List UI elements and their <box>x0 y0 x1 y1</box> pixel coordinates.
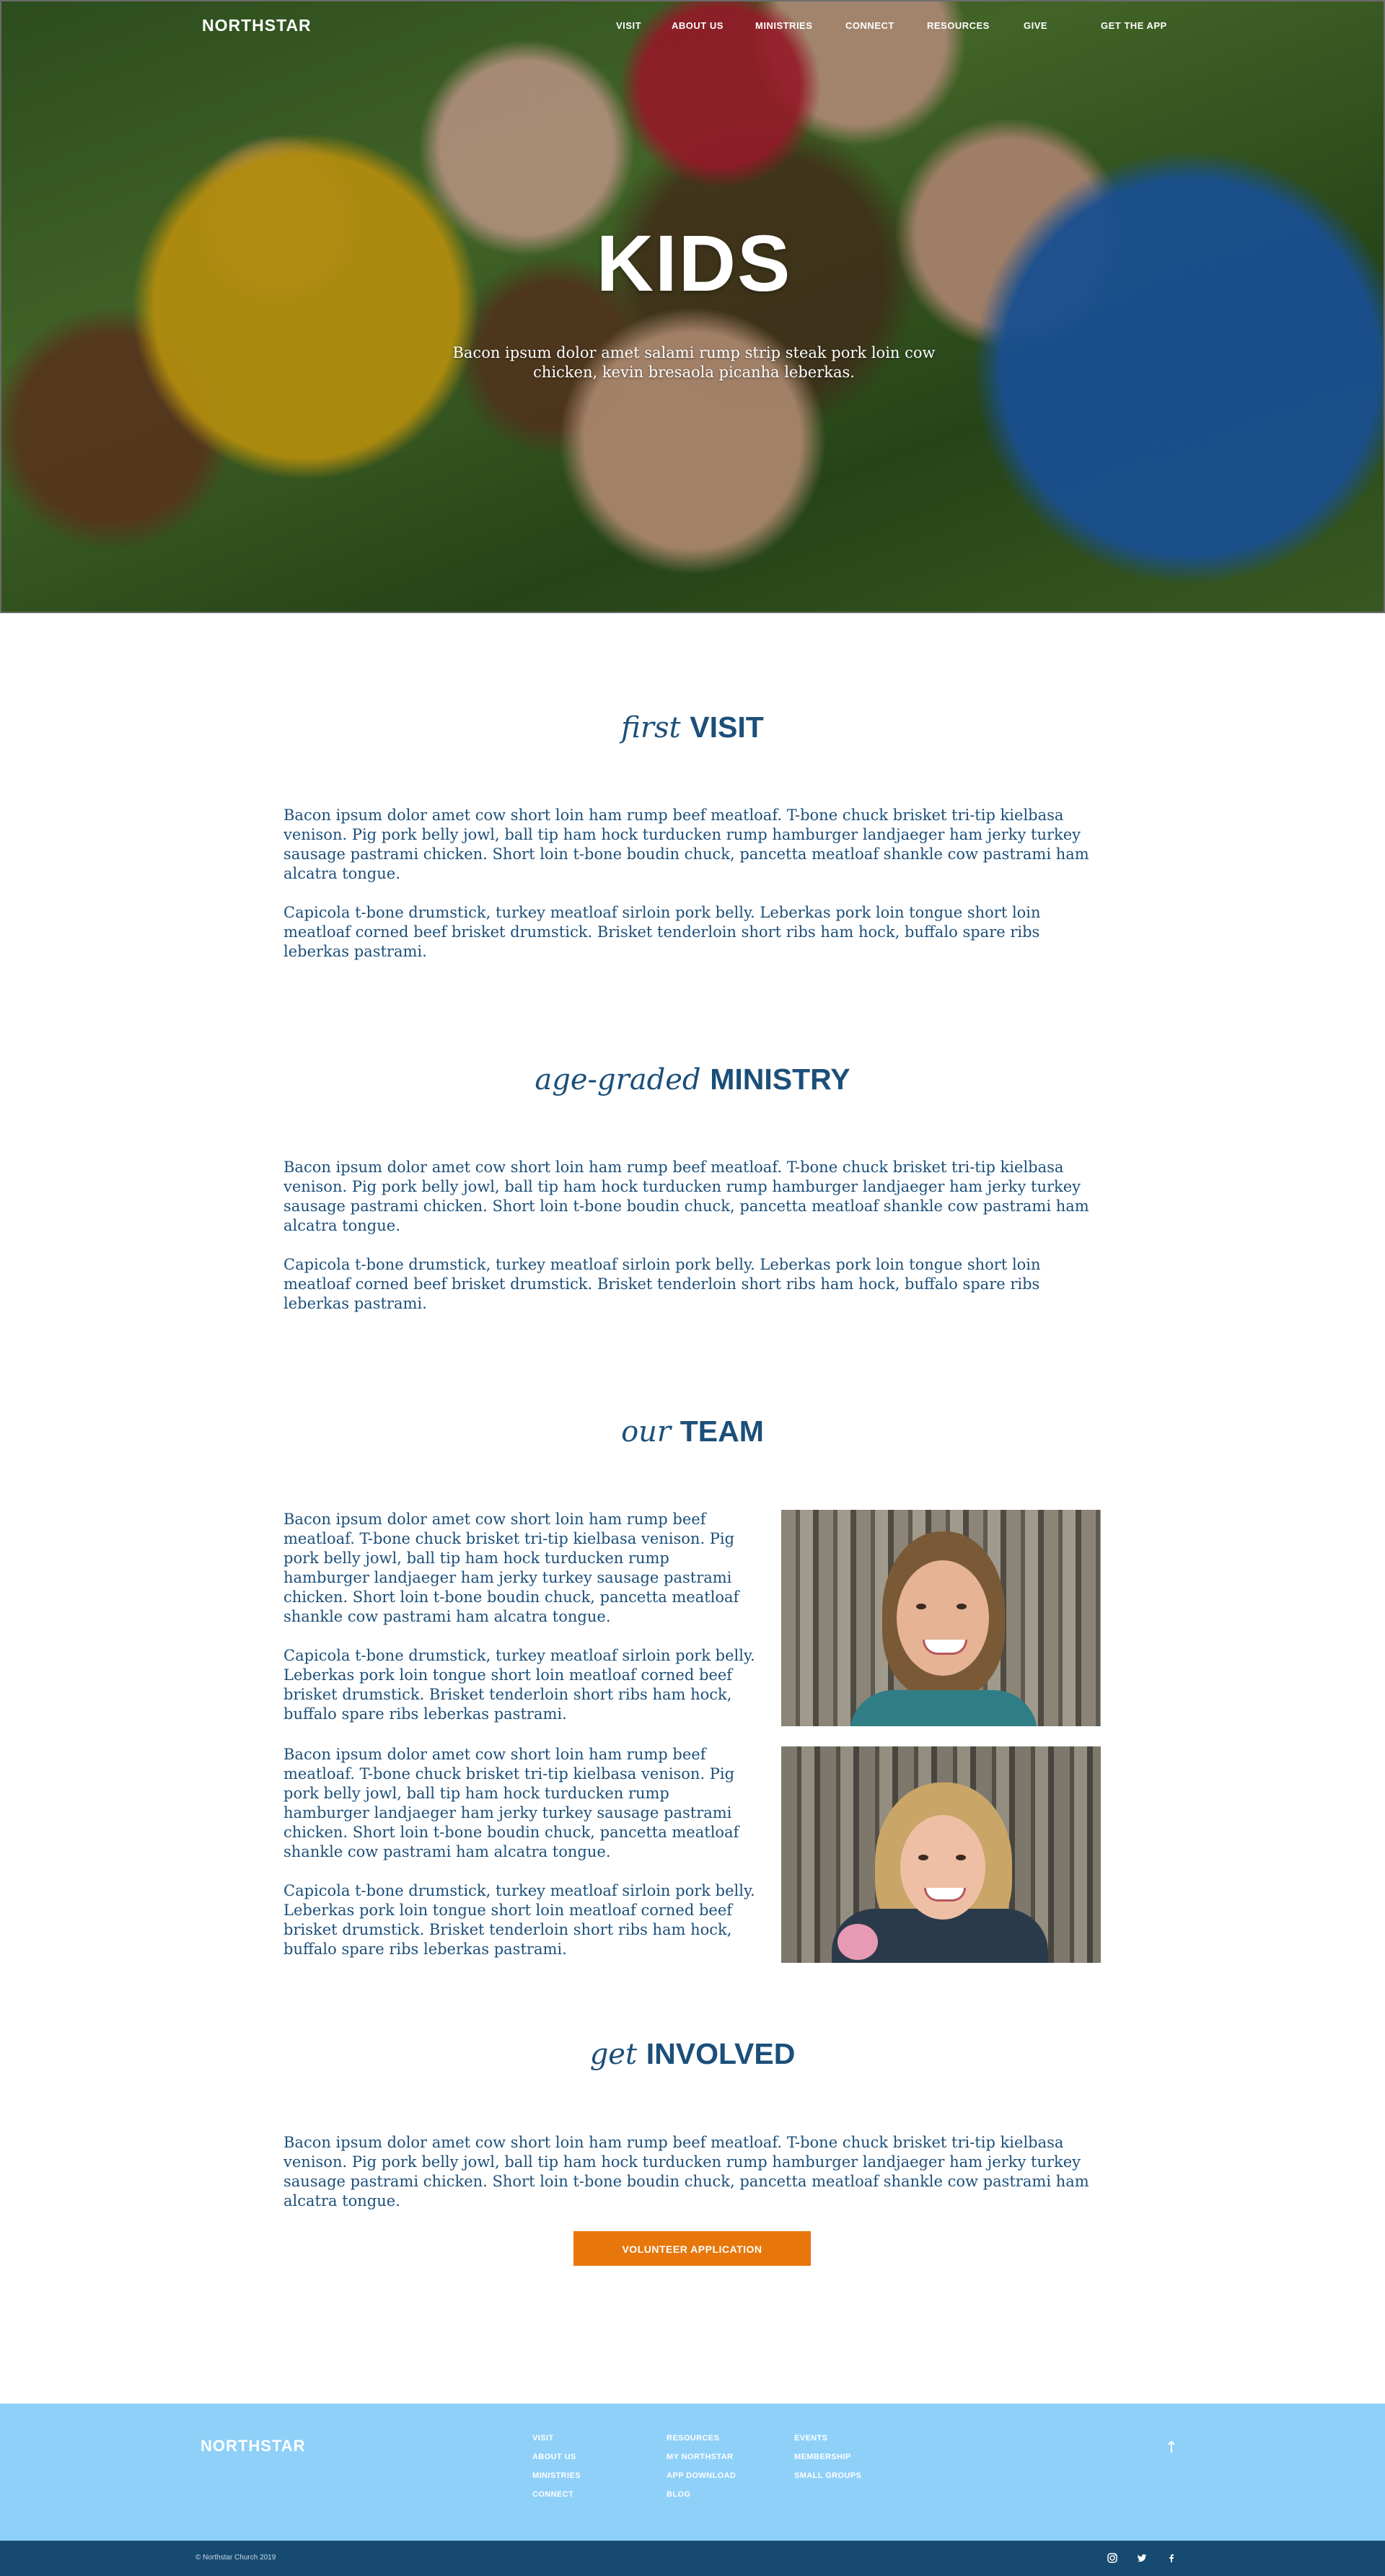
team-member-1-paragraph-1: Bacon ipsum dolor amet cow short loin ha… <box>283 1511 739 1625</box>
section-title-bold: VISIT <box>690 711 764 744</box>
footer-link-app-download[interactable]: APP DOWNLOAD <box>667 2471 736 2480</box>
visit-paragraph-1: Bacon ipsum dolor amet cow short loin ha… <box>283 806 1089 882</box>
section-title-italic: age-graded <box>535 1063 701 1096</box>
section-title-bold: MINISTRY <box>710 1063 850 1096</box>
copyright-text: © Northstar Church 2019 <box>195 2554 276 2562</box>
section-title-italic: our <box>621 1415 672 1449</box>
nav-ministries[interactable]: MINISTRIES <box>755 20 812 31</box>
hero-banner: NORTHSTAR VISIT ABOUT US MINISTRIES CONN… <box>0 0 1385 613</box>
site-logo[interactable]: NORTHSTAR <box>202 16 312 35</box>
nav-connect[interactable]: CONNECT <box>845 20 894 31</box>
footer-link-about-us[interactable]: ABOUT US <box>532 2453 576 2461</box>
section-title-age-graded-ministry: age-graded MINISTRY <box>0 1063 1385 1096</box>
team-member-2-photo <box>781 1746 1101 1963</box>
involved-paragraph: Bacon ipsum dolor amet cow short loin ha… <box>283 2134 1089 2210</box>
section-title-first-visit: first VISIT <box>0 711 1385 744</box>
flower-pin <box>837 1924 878 1960</box>
section-title-our-team: our TEAM <box>0 1415 1385 1449</box>
facebook-icon[interactable] <box>1164 2551 1179 2565</box>
section-title-italic: get <box>589 2038 638 2071</box>
section-title-italic: first <box>621 711 681 744</box>
footer-link-blog[interactable]: BLOG <box>667 2490 690 2499</box>
team-member-1-paragraph-2: Capicola t-bone drumstick, turkey meatlo… <box>283 1647 755 1723</box>
section-title-get-involved: get INVOLVED <box>0 2037 1385 2071</box>
ministry-paragraph-1: Bacon ipsum dolor amet cow short loin ha… <box>283 1159 1089 1234</box>
nav-resources[interactable]: RESOURCES <box>927 20 990 31</box>
team-member-2-paragraph-1: Bacon ipsum dolor amet cow short loin ha… <box>283 1746 739 1860</box>
get-the-app-button[interactable]: GET THE APP <box>1101 20 1167 31</box>
footer-logo[interactable]: NORTHSTAR <box>201 2437 305 2456</box>
ministry-paragraph-2: Capicola t-bone drumstick, turkey meatlo… <box>283 1256 1041 1312</box>
nav-visit[interactable]: VISIT <box>616 20 641 31</box>
footer-link-my-northstar[interactable]: MY NORTHSTAR <box>667 2453 733 2461</box>
section-title-bold: TEAM <box>680 1415 764 1448</box>
instagram-icon[interactable] <box>1105 2551 1120 2565</box>
arrow-up-icon[interactable]: ↑ <box>1157 2434 1186 2463</box>
nav-give[interactable]: GIVE <box>1024 20 1047 31</box>
footer-link-visit[interactable]: VISIT <box>532 2434 554 2443</box>
nav-about-us[interactable]: ABOUT US <box>672 20 724 31</box>
footer: NORTHSTAR VISIT ABOUT US MINISTRIES CONN… <box>0 2404 1385 2541</box>
hero-title: KIDS <box>596 219 792 308</box>
visit-paragraph-2: Capicola t-bone drumstick, turkey meatlo… <box>283 904 1041 960</box>
footer-link-membership[interactable]: MEMBERSHIP <box>794 2453 851 2461</box>
footer-link-events[interactable]: EVENTS <box>794 2434 827 2443</box>
section-title-bold: INVOLVED <box>646 2037 796 2070</box>
volunteer-application-button[interactable]: VOLUNTEER APPLICATION <box>573 2231 811 2266</box>
footer-link-connect[interactable]: CONNECT <box>532 2490 573 2499</box>
twitter-icon[interactable] <box>1135 2551 1149 2565</box>
footer-bottom-bar: © Northstar Church 2019 <box>0 2541 1385 2576</box>
footer-link-ministries[interactable]: MINISTRIES <box>532 2471 581 2480</box>
footer-link-small-groups[interactable]: SMALL GROUPS <box>794 2471 861 2480</box>
team-member-1-photo <box>781 1510 1101 1726</box>
team-member-2-paragraph-2: Capicola t-bone drumstick, turkey meatlo… <box>283 1882 755 1958</box>
hero-subtitle: Bacon ipsum dolor amet salami rump strip… <box>452 344 936 381</box>
footer-link-resources[interactable]: RESOURCES <box>667 2434 719 2443</box>
